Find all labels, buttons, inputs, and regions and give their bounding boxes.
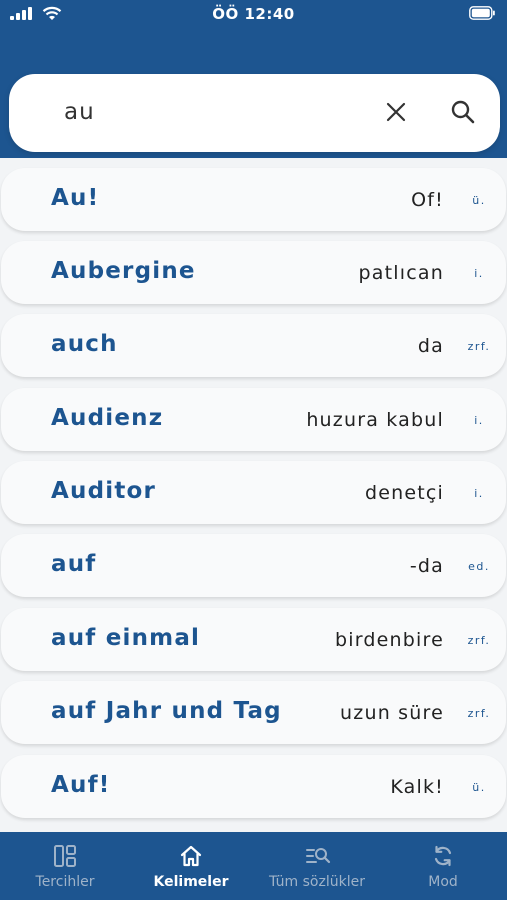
list-search-icon xyxy=(306,848,331,864)
meaning-label: da xyxy=(417,335,444,357)
word-label: Aubergine xyxy=(51,258,196,284)
word-label: Au! xyxy=(51,185,100,211)
pos-label: zrf. xyxy=(467,707,491,720)
search-input[interactable]: au xyxy=(64,99,95,125)
search-box[interactable]: au xyxy=(9,74,500,152)
meaning-label: -da xyxy=(409,555,444,577)
list-item[interactable]: auf Jahr und Tag uzun süre zrf. xyxy=(1,681,506,744)
pos-label: ed. xyxy=(468,560,490,573)
nav-mod[interactable]: Mod xyxy=(380,832,506,900)
nav-kelimeler[interactable]: Kelimeler xyxy=(128,832,254,900)
nav-label: Kelimeler xyxy=(153,874,229,890)
app: ÖÖ 12:40 au Au! Of! ü. Aubergine patlıca… xyxy=(0,0,507,900)
sync-icon xyxy=(434,845,452,867)
nav-label: Mod xyxy=(428,874,458,890)
list-item[interactable]: Auditor denetçi i. xyxy=(1,461,506,524)
pos-label: i. xyxy=(474,414,484,427)
list-item[interactable]: auch da zrf. xyxy=(1,314,506,377)
word-label: auf xyxy=(51,551,97,577)
word-label: auf Jahr und Tag xyxy=(51,698,282,724)
meaning-label: Kalk! xyxy=(390,776,444,798)
nav-label: Tüm sözlükler xyxy=(269,874,365,890)
search-icon[interactable] xyxy=(450,99,476,125)
pos-label: i. xyxy=(474,487,484,500)
nav-label: Tercihler xyxy=(35,874,95,890)
close-icon[interactable] xyxy=(384,100,408,124)
header: ÖÖ 12:40 au xyxy=(0,0,507,158)
status-time: ÖÖ 12:40 xyxy=(212,5,295,23)
list-item[interactable]: Au! Of! ü. xyxy=(1,168,506,231)
word-label: Audienz xyxy=(51,405,164,431)
word-label: auf einmal xyxy=(51,625,201,651)
meaning-label: patlıcan xyxy=(358,262,444,284)
home-icon xyxy=(180,845,202,867)
battery-icon xyxy=(469,6,495,20)
word-label: Auf! xyxy=(51,772,111,798)
pos-label: ü. xyxy=(472,781,486,794)
nav-tercihler[interactable]: Tercihler xyxy=(2,832,128,900)
status-bar: ÖÖ 12:40 xyxy=(0,0,507,28)
list-item[interactable]: Audienz huzura kabul i. xyxy=(1,388,506,451)
list-item[interactable]: Auf! Kalk! ü. xyxy=(1,755,506,818)
nav-tum-sozlukler[interactable]: Tüm sözlükler xyxy=(254,832,380,900)
bottom-nav: Tercihler Kelimeler Tüm sözlükler Mod xyxy=(0,832,507,900)
list-item[interactable]: Aubergine patlıcan i. xyxy=(1,241,506,304)
pos-label: zrf. xyxy=(467,634,491,647)
meaning-label: Of! xyxy=(411,189,444,211)
pos-label: i. xyxy=(474,267,484,280)
meaning-label: denetçi xyxy=(364,482,444,504)
word-label: Auditor xyxy=(51,478,157,504)
meaning-label: birdenbire xyxy=(334,629,444,651)
meaning-label: huzura kabul xyxy=(306,409,444,431)
list-item[interactable]: auf -da ed. xyxy=(1,534,506,597)
list-item[interactable]: auf einmal birdenbire zrf. xyxy=(1,608,506,671)
pos-label: zrf. xyxy=(467,340,491,353)
meaning-label: uzun süre xyxy=(340,702,444,724)
word-label: auch xyxy=(51,331,118,357)
pos-label: ü. xyxy=(472,194,486,207)
layout-icon xyxy=(54,845,76,867)
